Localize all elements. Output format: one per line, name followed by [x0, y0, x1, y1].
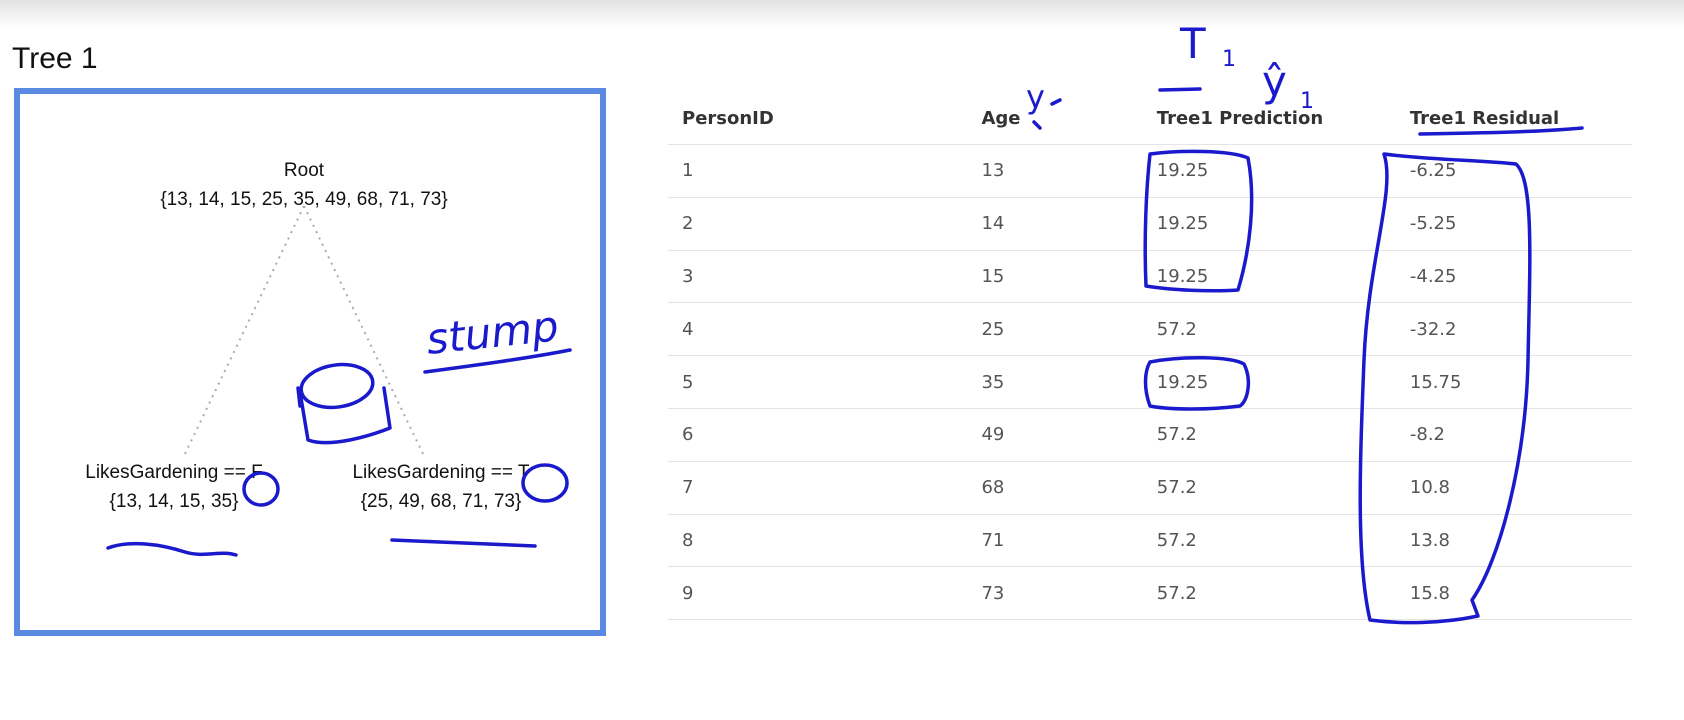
cell-personid: 2 [668, 197, 968, 251]
cell-prediction: 57.2 [1142, 566, 1396, 621]
edge-root-right [303, 205, 425, 457]
cell-age: 13 [967, 144, 1143, 198]
cell-personid: 5 [668, 355, 968, 409]
left-leaf-label: LikesGardening == F [85, 462, 263, 483]
table-row: 4 25 57.2 -32.2 [668, 302, 1632, 357]
cell-age: 49 [967, 408, 1143, 462]
cell-age: 14 [967, 197, 1143, 251]
table-row: 5 35 19.25 15.75 [668, 355, 1632, 409]
left-leaf-node: LikesGardening == F {13, 14, 15, 35} [54, 458, 294, 516]
cell-prediction: 19.25 [1142, 250, 1396, 304]
table-row: 1 13 19.25 -6.25 [668, 144, 1632, 198]
root-node: Root {13, 14, 15, 25, 35, 49, 68, 71, 73… [134, 156, 474, 214]
cell-residual: -5.25 [1395, 197, 1632, 251]
cell-residual: -8.2 [1395, 408, 1632, 462]
right-leaf-node: LikesGardening == T {25, 49, 68, 71, 73} [316, 458, 566, 516]
tree-title: Tree 1 [12, 42, 98, 75]
cell-age: 71 [967, 514, 1143, 568]
cell-residual: 15.75 [1395, 355, 1632, 409]
cell-personid: 4 [668, 302, 968, 357]
table-row: 8 71 57.2 13.8 [668, 514, 1632, 568]
residual-table: PersonID Age Tree1 Prediction Tree1 Resi… [668, 92, 1632, 621]
cell-residual: 15.8 [1395, 566, 1632, 621]
cell-prediction: 19.25 [1142, 144, 1396, 198]
cell-residual: 13.8 [1395, 514, 1632, 568]
cell-prediction: 19.25 [1142, 355, 1396, 409]
right-leaf-label: LikesGardening == T [352, 462, 530, 483]
cell-residual: -4.25 [1395, 250, 1632, 304]
t1-subscript: 1 [1222, 47, 1236, 72]
header-age: Age [967, 92, 1143, 145]
edge-root-left [183, 205, 305, 457]
table-row: 2 14 19.25 -5.25 [668, 197, 1632, 251]
table-row: 3 15 19.25 -4.25 [668, 250, 1632, 304]
left-leaf-values: {13, 14, 15, 35} [109, 491, 239, 512]
cell-residual: -6.25 [1395, 144, 1632, 198]
window-top-bar [0, 0, 1684, 28]
cell-age: 25 [967, 302, 1143, 357]
cell-prediction: 57.2 [1142, 514, 1396, 568]
root-values: {13, 14, 15, 25, 35, 49, 68, 71, 73} [160, 189, 448, 210]
cell-age: 35 [967, 355, 1143, 409]
cell-personid: 6 [668, 408, 968, 462]
right-leaf-values: {25, 49, 68, 71, 73} [360, 491, 522, 512]
cell-residual: -32.2 [1395, 302, 1632, 357]
cell-age: 68 [967, 461, 1143, 515]
cell-prediction: 57.2 [1142, 302, 1396, 357]
header-tree1-residual: Tree1 Residual [1395, 92, 1632, 145]
cell-prediction: 57.2 [1142, 461, 1396, 515]
cell-personid: 9 [668, 566, 968, 621]
cell-personid: 8 [668, 514, 968, 568]
cell-prediction: 19.25 [1142, 197, 1396, 251]
cell-prediction: 57.2 [1142, 408, 1396, 462]
table-row: 6 49 57.2 -8.2 [668, 408, 1632, 462]
cell-residual: 10.8 [1395, 461, 1632, 515]
header-tree1-prediction: Tree1 Prediction [1142, 92, 1396, 145]
header-personid: PersonID [668, 92, 968, 145]
table-header-row: PersonID Age Tree1 Prediction Tree1 Resi… [668, 92, 1632, 145]
cell-personid: 1 [668, 144, 968, 198]
cell-personid: 7 [668, 461, 968, 515]
root-label: Root [283, 160, 325, 181]
table-row: 7 68 57.2 10.8 [668, 461, 1632, 515]
cell-age: 73 [967, 566, 1143, 621]
table-row: 9 73 57.2 15.8 [668, 566, 1632, 621]
cell-age: 15 [967, 250, 1143, 304]
tree-panel: Root {13, 14, 15, 25, 35, 49, 68, 71, 73… [14, 88, 606, 636]
cell-personid: 3 [668, 250, 968, 304]
t1-underline [1158, 87, 1202, 92]
